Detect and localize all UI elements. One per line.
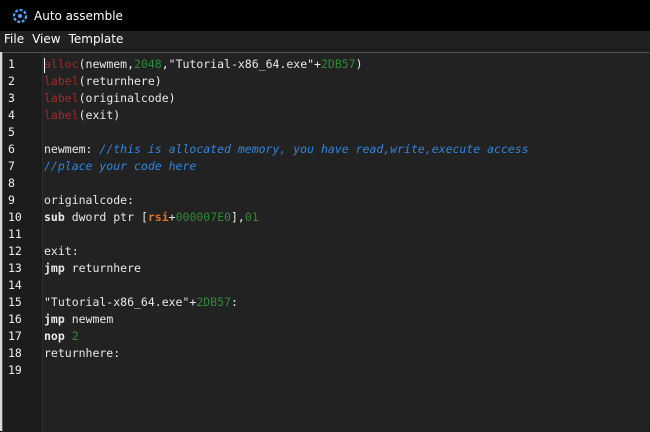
code-line: exit: [44, 243, 79, 260]
text-token: returnhere: [44, 346, 121, 360]
line-number: 16 [8, 312, 22, 326]
code-line: returnhere: [44, 345, 120, 362]
code-line: label(returnhere) [44, 73, 162, 90]
text-token: newmem [64, 312, 114, 326]
comment-token: //place your code here [44, 159, 197, 173]
code-line: //place your code here [44, 158, 196, 175]
line-number: 15 [8, 295, 22, 309]
line-number: 9 [8, 193, 15, 207]
line-number: 11 [8, 227, 22, 241]
code-editor[interactable]: 1 2 3 4 5 6 7 8 9 10 11 12 13 14 15 16 17 18 19 alloc(newm… [2, 52, 649, 432]
line-number: 4 [8, 108, 15, 122]
text-token: (originalcode) [78, 91, 176, 105]
line-number: 3 [8, 91, 15, 105]
code-line: originalcode: [44, 192, 134, 209]
code-line: jmp newmem [44, 311, 113, 328]
auto-assemble-window: Auto assemble File View Template 1234567… [0, 0, 650, 432]
menu-bar: File View Template [0, 31, 650, 48]
line-number: 8 [8, 176, 15, 190]
text-token: ], [230, 210, 245, 224]
number-token: 2 [71, 329, 79, 343]
comment-token: //this is allocated memory, you have rea… [99, 142, 529, 156]
code-line: label(originalcode) [44, 90, 176, 107]
instruction-token: jmp [44, 312, 65, 326]
text-token: ) [355, 57, 363, 71]
menu-view[interactable]: View [28, 31, 64, 48]
instruction-token: nop [44, 329, 65, 343]
text-token: "Tutorial-x86_64.exe"+ [44, 295, 197, 309]
cheat-engine-icon [12, 8, 28, 24]
text-token: dword ptr [ [64, 210, 148, 224]
keyword-token: alloc [44, 57, 79, 71]
text-token: : [230, 295, 238, 309]
line-number: 6 [8, 142, 15, 156]
code-text-area[interactable]: alloc(newmem,2048,"Tutorial-x86_64.exe"+… [43, 53, 649, 432]
register-token: rsi [147, 210, 169, 224]
title-bar[interactable]: Auto assemble [0, 0, 650, 31]
text-token: originalcode: [44, 193, 135, 207]
number-token: 2DB57 [196, 295, 231, 309]
line-number: 13 [8, 261, 22, 275]
line-number: 5 [8, 125, 15, 139]
keyword-token: label [44, 108, 79, 122]
instruction-token: sub [44, 210, 65, 224]
line-number: 17 [8, 329, 22, 343]
code-line: alloc(newmem,2048,"Tutorial-x86_64.exe"+… [44, 56, 363, 73]
code-line: newmem: //this is allocated memory, you … [44, 141, 529, 158]
code-line: jmp returnhere [44, 260, 141, 277]
line-number: 1 [8, 57, 15, 71]
text-token: exit: [44, 244, 79, 258]
code-line: nop 2 [44, 328, 79, 345]
menu-template[interactable]: Template [65, 31, 128, 48]
text-token: ,"Tutorial-x86_64.exe"+ [161, 57, 321, 71]
text-token: (exit) [78, 108, 121, 122]
line-number: 14 [8, 278, 22, 292]
line-number: 19 [8, 363, 22, 377]
menu-file[interactable]: File [0, 31, 28, 48]
line-number-gutter: 1 2 3 4 5 6 7 8 9 10 11 12 13 14 15 16 17 18 19 [3, 53, 42, 432]
number-token: 000007E0 [175, 210, 231, 224]
text-token: newmem: [44, 142, 100, 156]
line-number: 2 [8, 74, 15, 88]
line-number: 7 [8, 159, 15, 173]
keyword-token: label [44, 74, 79, 88]
keyword-token: label [44, 91, 79, 105]
text-token: returnhere [64, 261, 141, 275]
code-line: label(exit) [44, 107, 120, 124]
line-number: 10 [8, 210, 22, 224]
text-token: + [168, 210, 176, 224]
text-token: (newmem, [78, 57, 135, 71]
number-token: 2DB57 [320, 57, 356, 71]
text-token: (returnhere) [78, 74, 162, 88]
window-title: Auto assemble [34, 8, 123, 23]
line-number: 18 [8, 346, 22, 360]
code-line: "Tutorial-x86_64.exe"+2DB57: [44, 294, 238, 311]
instruction-token: jmp [44, 261, 65, 275]
line-number: 12 [8, 244, 22, 258]
number-token: 01 [244, 210, 259, 224]
code-line: sub dword ptr [rsi+000007E0],01 [44, 209, 259, 226]
number-token: 2048 [134, 57, 162, 71]
